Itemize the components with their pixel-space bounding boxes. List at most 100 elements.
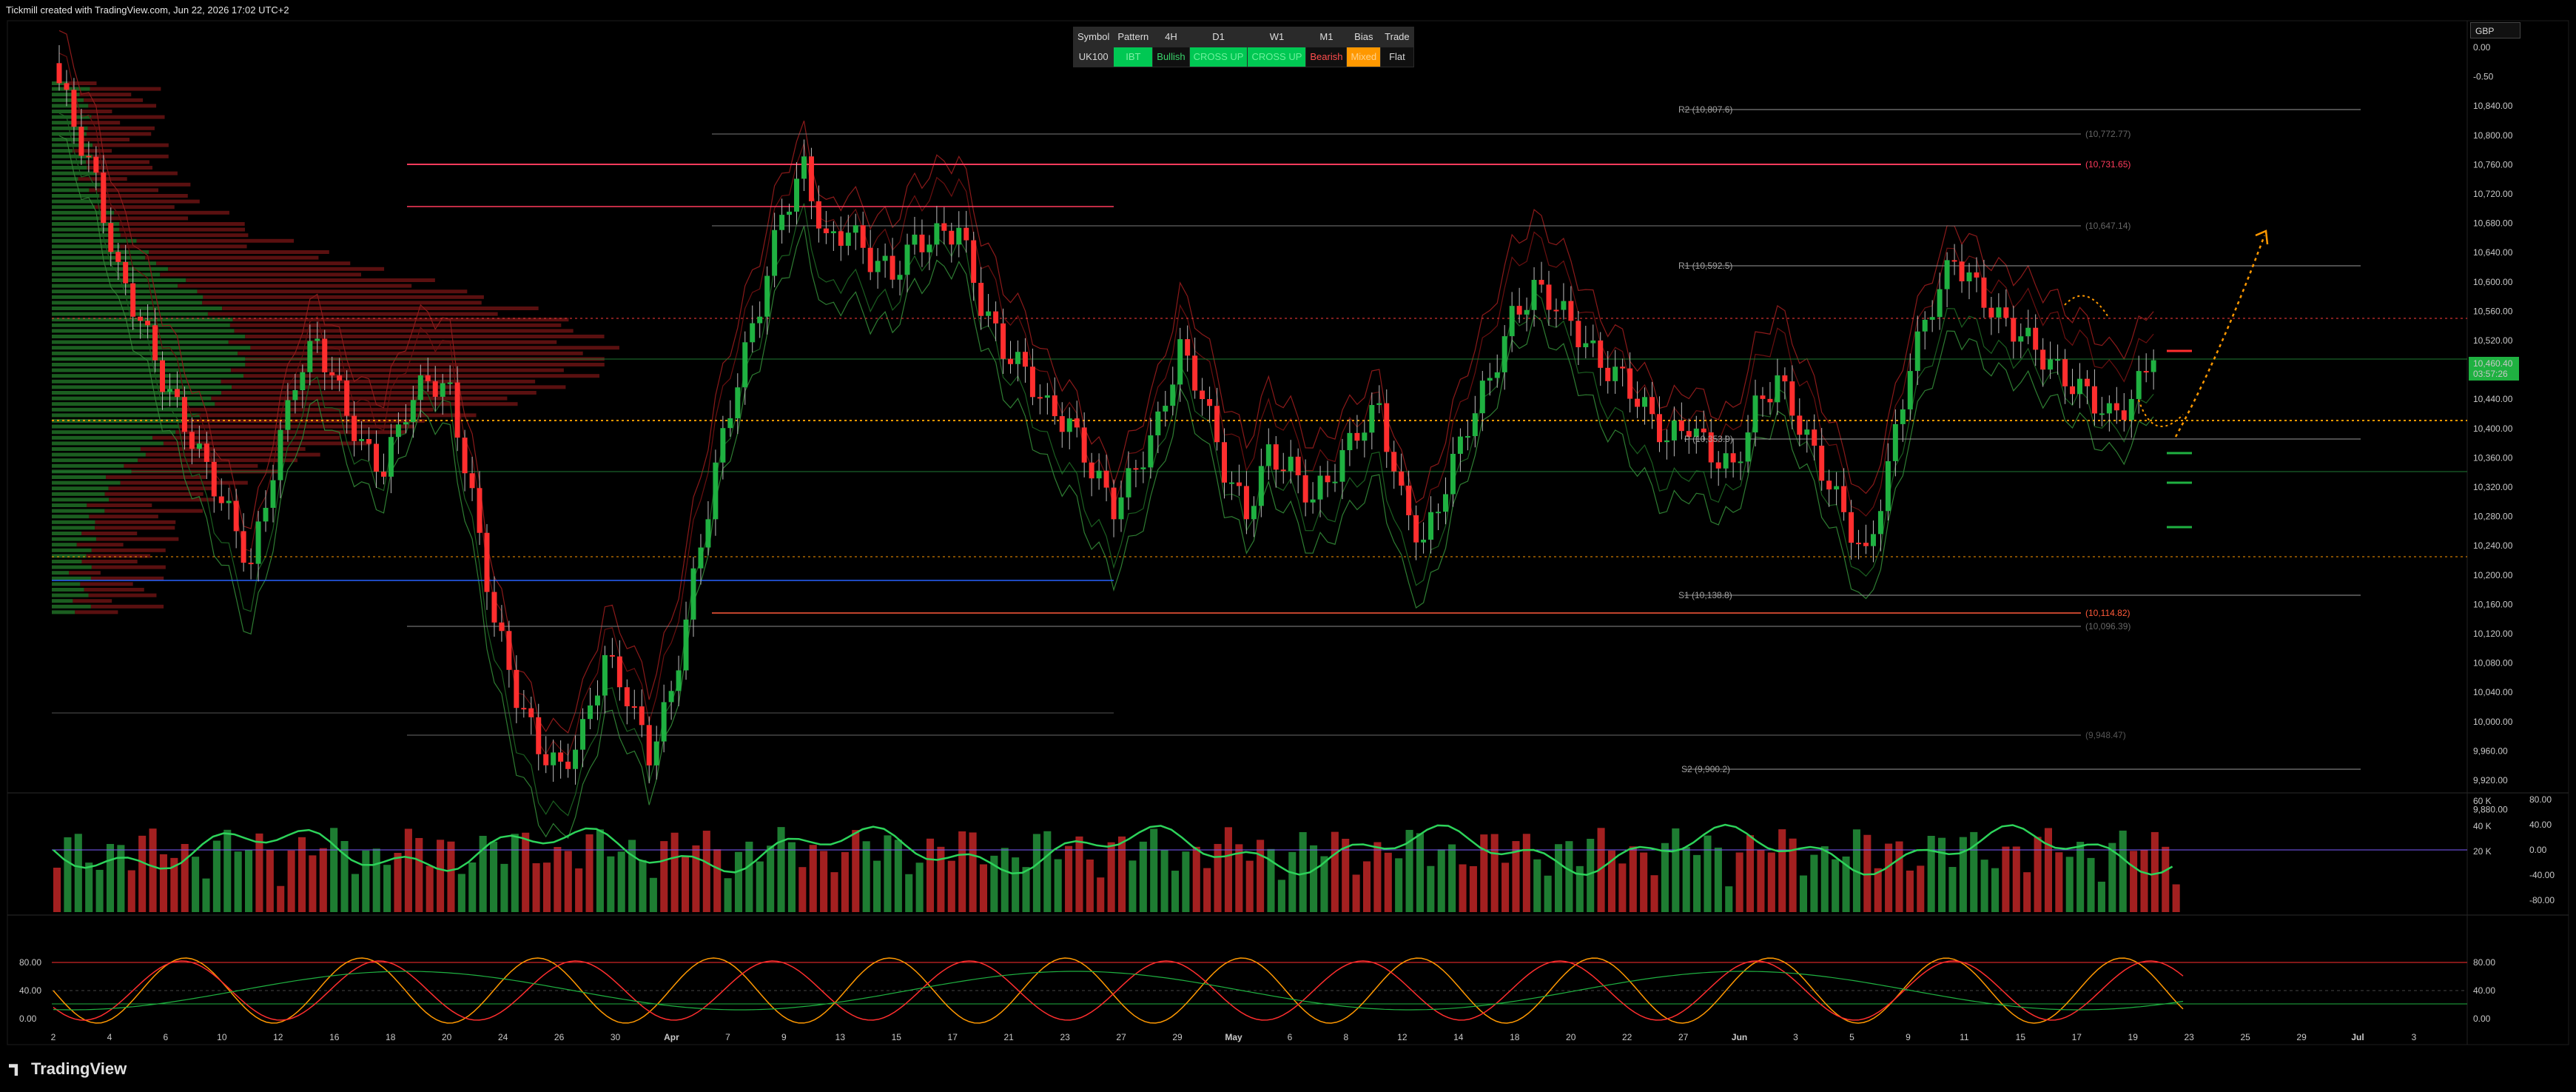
candle-body — [1745, 432, 1751, 462]
profile-bar-buy — [52, 458, 138, 463]
candle-body — [1981, 277, 1987, 308]
candle-body — [772, 230, 778, 276]
candle-body — [477, 488, 482, 533]
candle-body — [1118, 497, 1124, 520]
profile-bar-sell — [103, 199, 200, 204]
time-tick: 6 — [164, 1032, 169, 1042]
profile-bar-sell — [215, 402, 518, 406]
profile-bar-buy — [52, 87, 90, 91]
profile-bar-sell — [120, 233, 249, 238]
volume-bar — [1245, 860, 1254, 912]
candle-body — [779, 215, 785, 230]
profile-bar-sell — [200, 413, 477, 418]
volume-bar — [2087, 857, 2095, 912]
candle-body — [1856, 543, 1862, 545]
time-axis[interactable]: 2 4 6 10 12 16 18 20 24 26 30 Apr 7 9 13 15 17 21 23 27 29 Ma… — [51, 1032, 2417, 1042]
profile-bar-sell — [89, 515, 158, 519]
volume-bar — [192, 857, 200, 912]
volume-bar — [1118, 836, 1126, 912]
candle-body — [108, 223, 114, 252]
volume-bar — [532, 862, 540, 912]
profile-bar-buy — [52, 565, 92, 569]
candle-body — [986, 311, 992, 316]
volume-bar — [489, 841, 498, 912]
candle-body — [145, 321, 151, 326]
candle-body — [536, 717, 542, 754]
volume-bar — [1746, 835, 1755, 912]
candle-body — [757, 316, 763, 324]
candle-body — [1738, 461, 1743, 463]
profile-bar-buy — [52, 475, 107, 479]
tv-logo-icon — [9, 1064, 19, 1076]
volume-bar — [1938, 837, 1946, 912]
profile-bar-buy — [52, 307, 223, 310]
profile-bar-sell — [145, 452, 320, 457]
candle-body — [1015, 352, 1020, 364]
candle-body — [1421, 539, 1427, 543]
price-tick: 10,640.00 — [2473, 247, 2513, 258]
candle-body — [668, 691, 674, 703]
profile-bar-sell — [95, 520, 176, 524]
candle-body — [1524, 309, 1530, 315]
volume-bar — [1693, 854, 1701, 912]
candle-body — [1140, 467, 1146, 469]
time-tick: Jun — [1732, 1032, 1747, 1042]
profile-bar-buy — [52, 435, 153, 440]
candle-body — [2033, 327, 2039, 350]
price-tick: -0.50 — [2473, 72, 2494, 82]
candle-body — [823, 228, 829, 234]
candle-body — [1494, 372, 1500, 378]
candle-body — [838, 231, 844, 246]
volume-bar — [127, 870, 135, 912]
volume-bar — [202, 878, 210, 912]
candle-body — [204, 443, 209, 462]
candle-body — [1406, 485, 1412, 515]
volume-bar — [1182, 851, 1190, 912]
candle-body — [417, 375, 423, 401]
volume-bar — [1522, 834, 1530, 912]
price-tick: 10,080.00 — [2473, 658, 2513, 669]
profile-bar-sell — [87, 126, 155, 130]
profile-bar-sell — [108, 486, 215, 491]
candle-body — [344, 381, 350, 416]
volume-bar — [1874, 868, 1882, 912]
candle-body — [1501, 336, 1507, 372]
price-tick: 10,600.00 — [2473, 277, 2513, 287]
candle-body — [1620, 366, 1626, 369]
price-chart[interactable]: R2 (10,807.6) R1 (10,592.5) P (10,353.9)… — [0, 0, 2576, 1092]
candle-body — [226, 500, 232, 503]
candle-body — [115, 252, 121, 262]
volume-bar — [277, 885, 285, 912]
volume-bar — [2172, 884, 2180, 912]
profile-bar-sell — [95, 526, 175, 530]
candle-body — [1715, 462, 1721, 469]
volume-bar — [1022, 867, 1030, 912]
price-axis[interactable]: 0.00 -0.50 10,840.00 10,800.00 10,760.00 10,7… — [2473, 42, 2513, 815]
candle-body — [167, 389, 172, 392]
candle-body — [1575, 321, 1581, 348]
candle-body — [860, 225, 866, 248]
candle-body — [1885, 460, 1891, 512]
profile-bar-buy — [52, 582, 81, 586]
time-tick: Apr — [664, 1032, 679, 1042]
candle-body — [1222, 442, 1228, 483]
candle-body — [1126, 468, 1131, 498]
candle-body — [941, 223, 947, 231]
volume-bar — [1192, 846, 1200, 912]
candle-body — [1243, 486, 1249, 520]
candle-body — [1081, 427, 1087, 463]
candle-body — [521, 708, 527, 710]
volume-bar — [330, 828, 338, 912]
profile-bar-sell — [90, 604, 164, 609]
candle-body — [1627, 368, 1633, 399]
volume-bar — [862, 841, 870, 912]
candle-body — [1635, 398, 1641, 407]
candle-body — [491, 592, 497, 623]
profile-bar-sell — [90, 87, 161, 91]
price-tick: 10,240.00 — [2473, 540, 2513, 551]
chart-window: Tickmill created with TradingView.com, J… — [0, 0, 2576, 1092]
profile-bar-buy — [52, 554, 87, 558]
candle-body — [425, 375, 431, 381]
volume-bar — [798, 867, 807, 912]
volume-bar — [95, 869, 104, 912]
